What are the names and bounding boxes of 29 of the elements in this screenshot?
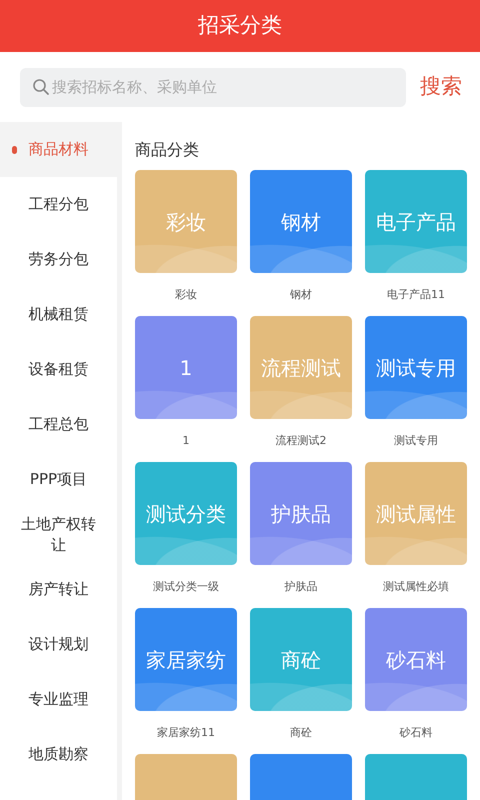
search-field[interactable]: 搜索招标名称、采购单位 (20, 68, 406, 106)
category-tile[interactable]: 1 (135, 316, 237, 419)
category-tile[interactable]: 护肤品 (250, 462, 352, 565)
category-tile[interactable]: 测试专用 (365, 316, 467, 419)
tile-caption: 钢材 (290, 287, 312, 303)
tile-caption: 1 (182, 433, 190, 449)
tile-caption: 护肤品 (284, 579, 318, 595)
page-title: 招采分类 (198, 12, 282, 40)
category-tile[interactable]: 流程测试 (250, 316, 352, 419)
tile-caption: 商砼 (290, 725, 312, 741)
tile-caption: 测试分类一级 (153, 579, 219, 595)
category-tile[interactable]: 家居家纺 (135, 608, 237, 711)
category-tile[interactable]: 商砼 (250, 608, 352, 711)
category-tile[interactable]: 测试分类 (135, 462, 237, 565)
tile-caption: 砂石料 (400, 725, 432, 741)
tile-caption: 彩妆 (175, 287, 197, 303)
section-heading: 商品分类 (135, 139, 200, 161)
category-tile[interactable]: 钢材 (250, 170, 352, 273)
category-tile[interactable]: 彩妆 (135, 170, 237, 273)
category-item[interactable]: 商品材料 (0, 122, 117, 177)
tile-caption: 测试专用 (394, 433, 438, 449)
category-tile[interactable]: 测试属性 (365, 462, 467, 565)
tile-caption: 流程测试2 (276, 433, 326, 449)
category-tile[interactable]: 砂石料 (365, 608, 467, 711)
category-tile[interactable]: 电子产品 (365, 170, 467, 273)
search-button[interactable]: 搜索 (420, 71, 462, 103)
tile-caption: 电子产品11 (387, 287, 445, 303)
tile-caption: 家居家纺11 (157, 725, 215, 741)
tile-caption: 测试属性必填 (383, 579, 449, 595)
